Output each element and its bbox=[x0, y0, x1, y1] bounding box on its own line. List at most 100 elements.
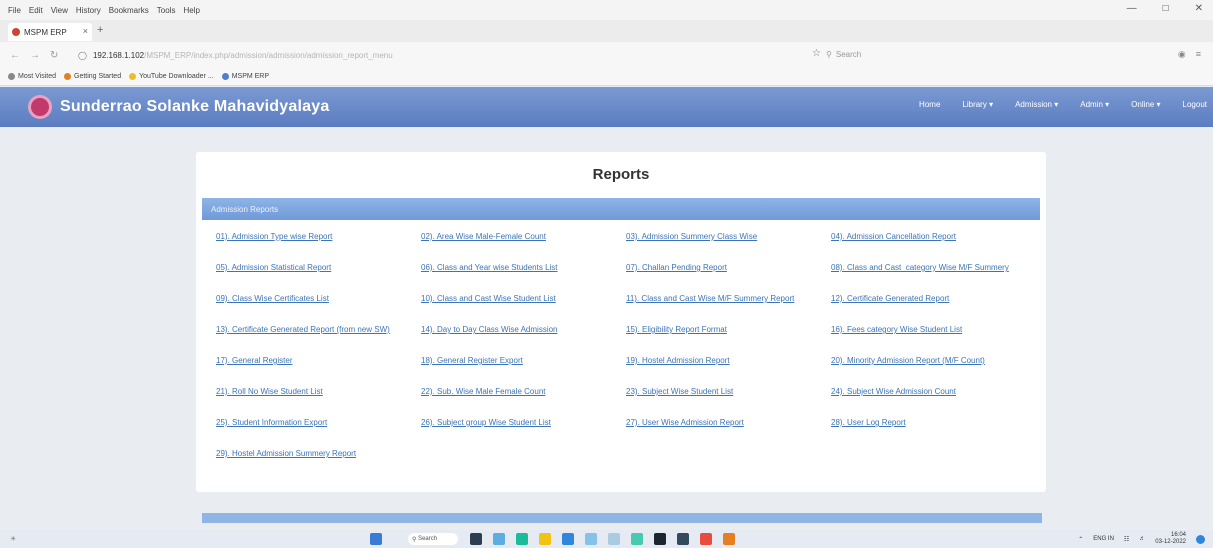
nav-admission[interactable]: Admission ▾ bbox=[1015, 100, 1058, 109]
edge-icon[interactable] bbox=[516, 533, 528, 545]
system-tray: ⌃ ENG IN ☷ ♬ 16:04 03-12-2022 bbox=[1078, 532, 1205, 546]
excel-icon[interactable] bbox=[631, 533, 643, 545]
report-link[interactable]: 20). Minority Admission Report (M/F Coun… bbox=[831, 356, 1036, 387]
report-link[interactable]: 12). Certificate Generated Report bbox=[831, 294, 1036, 325]
bookmarks-toolbar: Most Visited Getting Started YouTube Dow… bbox=[0, 68, 1213, 86]
task-view-icon[interactable] bbox=[470, 533, 482, 545]
report-link[interactable]: 21). Roll No Wise Student List bbox=[216, 387, 421, 418]
app-header: Sunderrao Solanke Mahavidyalaya Home Lib… bbox=[0, 87, 1213, 127]
report-link[interactable]: 29). Hostel Admission Summery Report bbox=[216, 449, 421, 480]
report-link[interactable]: 19). Hostel Admission Report bbox=[626, 356, 831, 387]
new-tab-icon[interactable]: + bbox=[97, 24, 103, 36]
download-icon bbox=[129, 73, 137, 80]
page-title: Reports bbox=[592, 166, 650, 183]
start-icon[interactable] bbox=[370, 533, 382, 545]
report-link[interactable]: 11). Class and Cast Wise M/F Summery Rep… bbox=[626, 294, 831, 325]
address-bar[interactable]: ◯ 192.168.1.102 /MSPM_ERP/index.php/admi… bbox=[60, 47, 800, 63]
notification-icon[interactable] bbox=[1196, 534, 1205, 544]
report-link[interactable]: 15). Eligibility Report Format bbox=[626, 325, 831, 356]
taskbar-apps bbox=[370, 533, 393, 545]
menu-edit[interactable]: Edit bbox=[29, 6, 43, 15]
tab-title: MSPM ERP bbox=[24, 27, 67, 37]
main-nav: Home Library ▾ Admission ▾ Admin ▾ Onlin… bbox=[897, 100, 1207, 109]
app-icon[interactable] bbox=[585, 533, 597, 545]
file-explorer-icon[interactable] bbox=[539, 533, 551, 545]
bookmark-getting-started[interactable]: Getting Started bbox=[64, 73, 121, 80]
report-link[interactable]: 05). Admission Statistical Report bbox=[216, 263, 421, 294]
report-link[interactable]: 08). Class and Cast_category Wise M/F Su… bbox=[831, 263, 1036, 294]
menu-help[interactable]: Help bbox=[183, 6, 199, 15]
app-icon[interactable] bbox=[677, 533, 689, 545]
report-link[interactable]: 13). Certificate Generated Report (from … bbox=[216, 325, 421, 356]
bookmark-youtube-downloader[interactable]: YouTube Downloader ... bbox=[129, 73, 214, 80]
window-controls: — □ ✕ bbox=[1127, 3, 1203, 14]
tab-strip: MSPM ERP × + bbox=[0, 20, 1213, 42]
bookmark-most-visited[interactable]: Most Visited bbox=[8, 73, 56, 80]
report-link[interactable]: 25). Student Information Export bbox=[216, 418, 421, 449]
browser-toolbar-right: ◉ ≡ bbox=[1178, 49, 1201, 60]
language-indicator[interactable]: ENG IN bbox=[1093, 536, 1114, 542]
store-icon[interactable] bbox=[562, 533, 574, 545]
report-link[interactable]: 14). Day to Day Class Wise Admission bbox=[421, 325, 626, 356]
report-link[interactable]: 02). Area Wise Male-Female Count bbox=[421, 232, 626, 263]
nav-logout[interactable]: Logout bbox=[1183, 100, 1207, 109]
menu-view[interactable]: View bbox=[51, 6, 68, 15]
url-path: /MSPM_ERP/index.php/admission/admission/… bbox=[144, 50, 393, 60]
clock[interactable]: 16:04 03-12-2022 bbox=[1155, 532, 1186, 546]
report-link[interactable]: 17). General Register bbox=[216, 356, 421, 387]
report-link[interactable]: 01). Admission Type wise Report bbox=[216, 232, 421, 263]
taskbar-search[interactable]: ⚲ Search bbox=[408, 533, 458, 545]
menu-tools[interactable]: Tools bbox=[157, 6, 176, 15]
nav-library[interactable]: Library ▾ bbox=[962, 100, 993, 109]
report-link[interactable]: 18). General Register Export bbox=[421, 356, 626, 387]
report-link[interactable]: 26). Subject group Wise Student List bbox=[421, 418, 626, 449]
report-link[interactable]: 09). Class Wise Certificates List bbox=[216, 294, 421, 325]
report-link[interactable]: 07). Challan Pending Report bbox=[626, 263, 831, 294]
chevron-up-icon[interactable]: ⌃ bbox=[1078, 536, 1083, 543]
close-window-icon[interactable]: ✕ bbox=[1195, 3, 1203, 14]
report-link[interactable]: 27). User Wise Admission Report bbox=[626, 418, 831, 449]
report-link[interactable]: 03). Admission Summery Class Wise bbox=[626, 232, 831, 263]
reload-icon[interactable]: ↻ bbox=[50, 50, 58, 61]
chat-icon[interactable] bbox=[493, 533, 505, 545]
bookmark-label: Most Visited bbox=[18, 73, 56, 80]
app-icon[interactable] bbox=[700, 533, 712, 545]
report-link[interactable]: 22). Sub. Wise Male Female Count bbox=[421, 387, 626, 418]
maximize-icon[interactable]: □ bbox=[1163, 3, 1169, 14]
hamburger-menu-icon[interactable]: ≡ bbox=[1196, 49, 1201, 60]
report-link[interactable]: 23). Subject Wise Student List bbox=[626, 387, 831, 418]
firefox-icon[interactable] bbox=[723, 533, 735, 545]
forward-icon[interactable]: → bbox=[30, 50, 40, 61]
taskbar-search-label: Search bbox=[418, 536, 438, 542]
app-icon[interactable] bbox=[654, 533, 666, 545]
report-link[interactable]: 04). Admission Cancellation Report bbox=[831, 232, 1036, 263]
back-icon[interactable]: ← bbox=[10, 50, 20, 61]
search-icon: ⚲ bbox=[826, 49, 832, 59]
nav-admin[interactable]: Admin ▾ bbox=[1080, 100, 1109, 109]
bookmark-star-icon[interactable]: ☆ bbox=[812, 48, 821, 59]
report-link[interactable]: 16). Fees category Wise Student List bbox=[831, 325, 1036, 356]
extensions-icon[interactable]: ◉ bbox=[1178, 49, 1186, 60]
menu-bookmarks[interactable]: Bookmarks bbox=[109, 6, 149, 15]
browser-search-input[interactable]: ⚲ Search bbox=[826, 47, 976, 61]
college-name[interactable]: Sunderrao Solanke Mahavidyalaya bbox=[60, 98, 329, 116]
report-link[interactable]: 24). Subject Wise Admission Count bbox=[831, 387, 1036, 418]
bookmark-mspm-erp[interactable]: MSPM ERP bbox=[221, 73, 270, 80]
bookmark-label: MSPM ERP bbox=[231, 73, 270, 80]
volume-icon[interactable]: ♬ bbox=[1139, 536, 1145, 542]
wifi-icon[interactable]: ☷ bbox=[1124, 536, 1129, 543]
weather-icon[interactable]: ☀ bbox=[10, 535, 16, 543]
browser-tab[interactable]: MSPM ERP × bbox=[8, 23, 92, 41]
app-icon[interactable] bbox=[608, 533, 620, 545]
report-link[interactable]: 10). Class and Cast Wise Student List bbox=[421, 294, 626, 325]
nav-home[interactable]: Home bbox=[919, 100, 940, 109]
menu-history[interactable]: History bbox=[76, 6, 101, 15]
report-link[interactable]: 28). User Log Report bbox=[831, 418, 1036, 449]
report-link[interactable]: 06). Class and Year wise Students List bbox=[421, 263, 626, 294]
site-favicon-icon bbox=[12, 28, 20, 36]
menu-file[interactable]: File bbox=[8, 6, 21, 15]
reports-grid: 01). Admission Type wise Report 02). Area… bbox=[216, 232, 1036, 480]
nav-online[interactable]: Online ▾ bbox=[1131, 100, 1160, 109]
close-tab-icon[interactable]: × bbox=[83, 26, 88, 36]
minimize-icon[interactable]: — bbox=[1127, 3, 1137, 14]
